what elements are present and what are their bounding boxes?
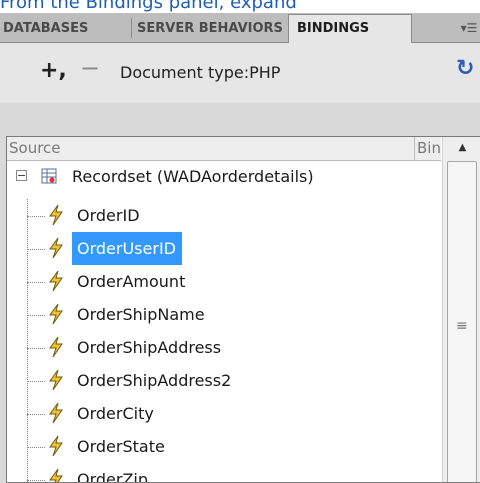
scroll-grip-icon: ≡ bbox=[456, 318, 468, 334]
lightning-bolt-icon bbox=[49, 303, 63, 325]
bindings-toolbar: +, − Document type:PHP ↻ bbox=[0, 43, 480, 103]
tab-separator bbox=[131, 18, 132, 38]
field-label: OrderShipAddress2 bbox=[77, 371, 232, 390]
bindings-tree: Source Binding ▲ ≡ − Recordset (WADAorde… bbox=[6, 136, 480, 483]
tree-row-field[interactable]: OrderZip bbox=[7, 463, 441, 483]
refresh-icon[interactable]: ↻ bbox=[456, 56, 474, 82]
tree-row-field[interactable]: OrderShipAddress bbox=[7, 331, 441, 364]
bindings-panel: DATABASES SERVER BEHAVIORS BINDINGS ▾☰ +… bbox=[0, 13, 480, 483]
tab-bindings[interactable]: BINDINGS bbox=[288, 14, 412, 43]
lightning-bolt-icon bbox=[49, 369, 63, 391]
recordset-icon bbox=[41, 168, 57, 184]
tree-row-field[interactable]: OrderID bbox=[7, 199, 441, 232]
scroll-thumb[interactable]: ≡ bbox=[447, 161, 477, 482]
document-type-label: Document type:PHP bbox=[120, 63, 281, 82]
tree-row-field-selected[interactable]: OrderUserID bbox=[7, 232, 441, 265]
tree-row-recordset[interactable]: − Recordset (WADAorderdetails) bbox=[7, 160, 441, 193]
column-source-header[interactable]: Source bbox=[9, 137, 415, 160]
field-label: OrderState bbox=[77, 437, 165, 456]
tab-databases[interactable]: DATABASES bbox=[0, 15, 131, 42]
tree-row-field[interactable]: OrderState bbox=[7, 430, 441, 463]
tree-row-field[interactable]: OrderShipName bbox=[7, 298, 441, 331]
lightning-bolt-icon bbox=[49, 402, 63, 424]
add-binding-button[interactable]: +, bbox=[40, 58, 67, 84]
panel-options-icon[interactable]: ▾☰ bbox=[458, 18, 480, 38]
lightning-bolt-icon bbox=[49, 336, 63, 358]
field-label: OrderID bbox=[77, 206, 140, 225]
panel-tab-bar: DATABASES SERVER BEHAVIORS BINDINGS ▾☰ bbox=[0, 13, 480, 43]
field-label: OrderUserID bbox=[72, 232, 182, 265]
column-binding-header[interactable]: Binding bbox=[417, 137, 441, 160]
tree-column-header: Source Binding bbox=[7, 137, 441, 161]
lightning-bolt-icon bbox=[49, 435, 63, 457]
field-label: OrderShipAddress bbox=[77, 338, 222, 357]
field-label: OrderShipName bbox=[77, 305, 205, 324]
field-label: OrderAmount bbox=[77, 272, 186, 291]
tree-row-field[interactable]: OrderShipAddress2 bbox=[7, 364, 441, 397]
tab-server-behaviors[interactable]: SERVER BEHAVIORS bbox=[134, 15, 288, 42]
tree-scrollbar[interactable]: ▲ ≡ bbox=[442, 137, 480, 482]
panel-spacer bbox=[0, 103, 480, 136]
caption-text: From the Bindings panel, expand bbox=[0, 0, 297, 13]
lightning-bolt-icon bbox=[49, 204, 63, 226]
scroll-up-arrow-icon[interactable]: ▲ bbox=[443, 137, 480, 159]
field-label: OrderCity bbox=[77, 404, 154, 423]
collapse-minus-icon[interactable]: − bbox=[16, 170, 27, 181]
lightning-bolt-icon bbox=[49, 468, 63, 482]
field-label: OrderZip bbox=[77, 470, 149, 483]
lightning-bolt-icon bbox=[49, 270, 63, 292]
lightning-bolt-icon bbox=[49, 237, 63, 259]
tree-row-field[interactable]: OrderCity bbox=[7, 397, 441, 430]
remove-binding-button[interactable]: − bbox=[80, 55, 100, 81]
recordset-label: Recordset (WADAorderdetails) bbox=[72, 167, 314, 186]
tree-row-field[interactable]: OrderAmount bbox=[7, 265, 441, 298]
